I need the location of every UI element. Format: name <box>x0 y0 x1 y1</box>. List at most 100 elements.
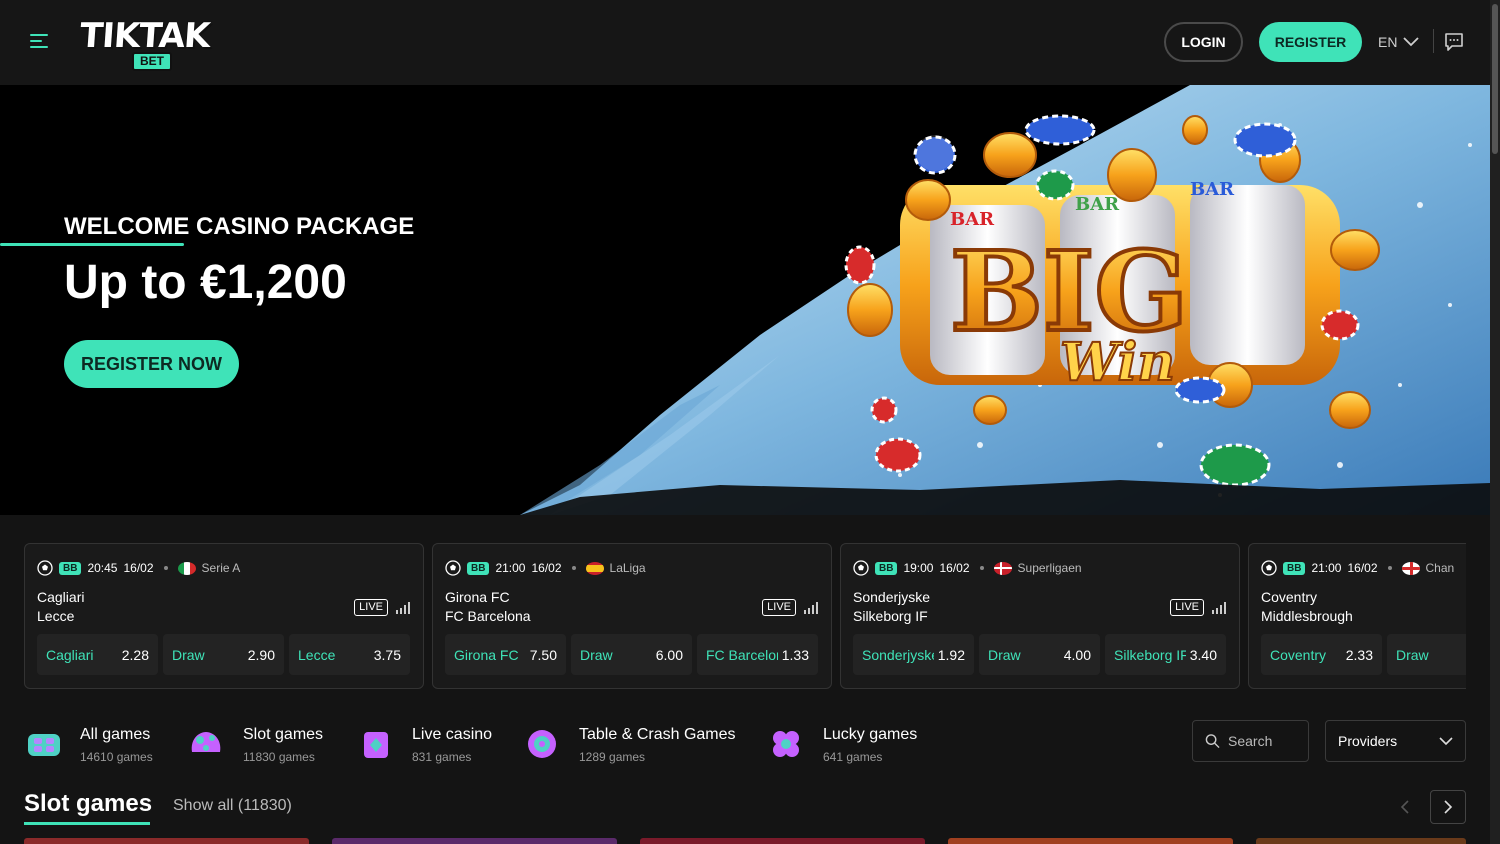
category-all-games[interactable]: All games 14610 games <box>24 722 164 766</box>
home-team: Sonderjyske <box>853 589 931 605</box>
signal-stats-icon[interactable] <box>1212 601 1227 614</box>
category-name: Slot games <box>243 726 324 743</box>
home-team: Cagliari <box>37 589 85 605</box>
reel-label-2: BAR <box>1075 194 1120 215</box>
featured-matches: BB 20:45 16/02 Serie A Cagliari Lecce LI… <box>24 543 1466 689</box>
football-icon <box>37 560 53 576</box>
odd-button[interactable]: Draw 4.00 <box>979 634 1100 675</box>
top-header: TIKTAK BET LOGIN REGISTER EN <box>0 0 1500 85</box>
odd-button[interactable]: Sonderjyske 1.92 <box>853 634 974 675</box>
register-button[interactable]: REGISTER <box>1259 22 1362 62</box>
category-count: 11830 games <box>243 750 315 764</box>
scrollbar-thumb[interactable] <box>1492 4 1498 154</box>
language-selector[interactable]: EN <box>1378 31 1420 53</box>
football-icon <box>1261 560 1277 576</box>
register-now-button[interactable]: REGISTER NOW <box>64 340 239 388</box>
hero-banner[interactable]: BAR BAR BAR BIG Win WELCOME CASINO PACKA… <box>0 85 1490 515</box>
providers-dropdown[interactable]: Providers <box>1325 720 1466 762</box>
category-live-casino[interactable]: Live casino 831 games <box>356 722 516 766</box>
win-text: Win <box>1060 332 1175 393</box>
odd-button[interactable]: Draw 2.90 <box>163 634 284 675</box>
live-casino-icon <box>364 732 388 758</box>
football-icon <box>853 560 869 576</box>
italy-flag-icon <box>177 561 196 575</box>
game-tile[interactable] <box>640 838 925 844</box>
language-label: EN <box>1378 34 1398 50</box>
match-date: 16/02 <box>123 561 154 575</box>
lucky-clover-icon <box>773 731 799 757</box>
providers-label: Providers <box>1338 733 1398 749</box>
chevron-down-icon <box>1439 736 1453 745</box>
league-name: Superligaen <box>1017 561 1082 575</box>
reel-label-3: BAR <box>1190 179 1235 200</box>
carousel-next-button[interactable] <box>1430 790 1466 824</box>
denmark-flag-icon <box>993 561 1012 575</box>
show-all-link[interactable]: Show all (11830) <box>173 797 292 815</box>
odd-button[interactable]: Draw 6.00 <box>571 634 692 675</box>
match-card[interactable]: BB 20:45 16/02 Serie A Cagliari Lecce LI… <box>24 543 424 689</box>
hero-title: Up to €1,200 <box>64 256 347 309</box>
category-table-crash-games[interactable]: Table & Crash Games 1289 games <box>522 722 742 766</box>
chevron-left-icon <box>1400 800 1409 814</box>
match-time: 19:00 <box>903 561 934 575</box>
odd-button[interactable]: Coventry 2.33 <box>1261 634 1382 675</box>
hero-kicker-underline <box>0 243 184 246</box>
search-input[interactable] <box>1228 733 1308 749</box>
football-icon <box>445 560 461 576</box>
live-badge: LIVE <box>1170 599 1204 616</box>
chevron-down-icon <box>1403 37 1420 47</box>
category-lucky-games[interactable]: Lucky games 641 games <box>766 722 926 766</box>
category-name: Live casino <box>412 726 493 743</box>
match-date: 16/02 <box>531 561 562 575</box>
home-team: Girona FC <box>445 589 510 605</box>
odd-button[interactable]: Lecce 3.75 <box>289 634 410 675</box>
league-name: Chan <box>1425 561 1455 575</box>
match-date: 16/02 <box>1347 561 1378 575</box>
odd-button[interactable]: Draw <box>1387 634 1466 675</box>
hamburger-menu-icon[interactable] <box>30 32 50 50</box>
live-badge: LIVE <box>354 599 388 616</box>
match-time: 20:45 <box>87 561 118 575</box>
odd-button[interactable]: Cagliari 2.28 <box>37 634 158 675</box>
section-title: Slot games <box>24 790 153 817</box>
away-team: Lecce <box>37 608 75 624</box>
category-count: 1289 games <box>579 750 646 764</box>
match-date: 16/02 <box>939 561 970 575</box>
category-count: 831 games <box>412 750 472 764</box>
game-tile[interactable] <box>1256 838 1466 844</box>
category-slot-games[interactable]: Slot games 11830 games <box>186 722 336 766</box>
game-tile[interactable] <box>948 838 1233 844</box>
carousel-prev-button[interactable] <box>1386 790 1422 824</box>
gamepad-icon <box>28 734 60 756</box>
match-card[interactable]: BB 21:00 16/02 Chan Coventry Middlesbrou… <box>1248 543 1466 689</box>
bet-builder-badge: BB <box>875 561 898 575</box>
signal-stats-icon[interactable] <box>804 601 819 614</box>
away-team: FC Barcelona <box>445 608 531 624</box>
odd-button[interactable]: Girona FC 7.50 <box>445 634 566 675</box>
chevron-right-icon <box>1443 800 1452 814</box>
bet-builder-badge: BB <box>467 561 490 575</box>
league-name: LaLiga <box>609 561 646 575</box>
league-name: Serie A <box>201 561 241 575</box>
live-badge: LIVE <box>762 599 796 616</box>
signal-stats-icon[interactable] <box>396 601 411 614</box>
chat-icon[interactable] <box>1444 32 1464 52</box>
bet-builder-badge: BB <box>1283 561 1306 575</box>
site-logo[interactable]: TIKTAK BET <box>79 16 211 71</box>
odd-button[interactable]: Silkeborg IF 3.40 <box>1105 634 1226 675</box>
match-time: 21:00 <box>495 561 526 575</box>
login-button[interactable]: LOGIN <box>1164 22 1243 62</box>
game-search[interactable] <box>1192 720 1309 762</box>
match-card[interactable]: BB 19:00 16/02 Superligaen Sonderjyske S… <box>840 543 1240 689</box>
game-tile[interactable] <box>24 838 309 844</box>
game-tile[interactable] <box>332 838 617 844</box>
match-card[interactable]: BB 21:00 16/02 LaLiga Girona FC FC Barce… <box>432 543 832 689</box>
roulette-icon <box>528 730 556 758</box>
home-team: Coventry <box>1261 589 1318 605</box>
match-time: 21:00 <box>1311 561 1342 575</box>
away-team: Middlesbrough <box>1261 608 1353 624</box>
page-scrollbar[interactable] <box>1490 0 1500 844</box>
odd-button[interactable]: FC Barcelona1.33 <box>697 634 818 675</box>
england-flag-icon <box>1401 561 1420 575</box>
header-divider <box>1433 29 1434 53</box>
